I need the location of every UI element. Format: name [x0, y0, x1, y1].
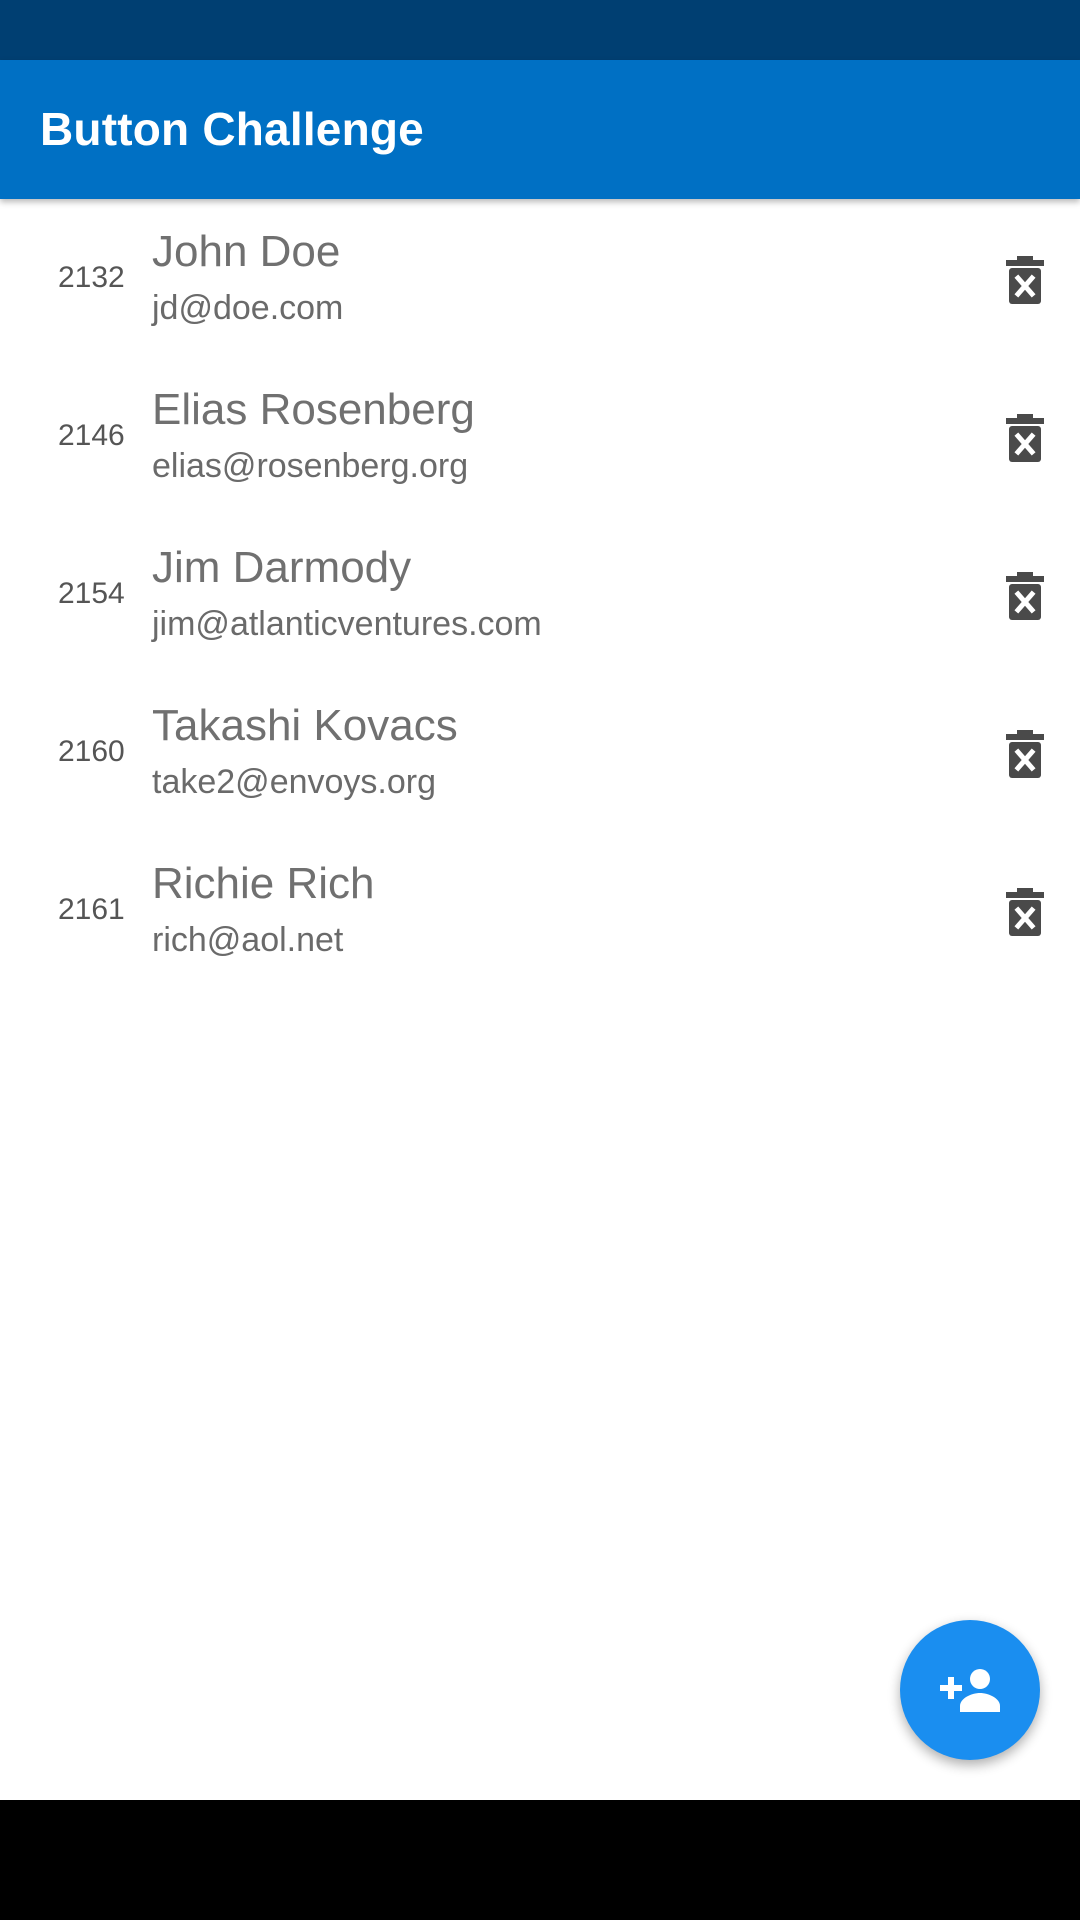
list-item[interactable]: 2161 Richie Rich rich@aol.net [0, 831, 1080, 989]
delete-forever-icon [1006, 888, 1044, 936]
navigation-bar [0, 1800, 1080, 1920]
contact-name: John Doe [152, 227, 341, 276]
list-item[interactable]: 2154 Jim Darmody jim@atlanticventures.co… [0, 515, 1080, 673]
app-bar: Button Challenge [0, 60, 1080, 199]
delete-button[interactable] [998, 885, 1052, 939]
delete-button[interactable] [998, 727, 1052, 781]
contact-id: 2132 [58, 261, 125, 294]
delete-forever-icon [1006, 414, 1044, 462]
person-add-icon [940, 1669, 1000, 1712]
contact-id: 2146 [58, 419, 125, 452]
delete-forever-icon [1006, 730, 1044, 778]
contact-name: Richie Rich [152, 859, 375, 908]
contact-email: take2@envoys.org [152, 763, 437, 801]
delete-forever-icon [1006, 572, 1044, 620]
add-contact-fab[interactable] [900, 1620, 1040, 1760]
contact-email: rich@aol.net [152, 921, 344, 959]
contact-email: jim@atlanticventures.com [152, 605, 542, 643]
contact-email: jd@doe.com [152, 289, 344, 327]
app-title: Button Challenge [40, 103, 424, 155]
delete-button[interactable] [998, 411, 1052, 465]
list-item[interactable]: 2132 John Doe jd@doe.com [0, 199, 1080, 357]
list-item[interactable]: 2160 Takashi Kovacs take2@envoys.org [0, 673, 1080, 831]
contact-name: Elias Rosenberg [152, 385, 475, 434]
contact-name: Takashi Kovacs [152, 701, 458, 750]
list-item[interactable]: 2146 Elias Rosenberg elias@rosenberg.org [0, 357, 1080, 515]
delete-button[interactable] [998, 253, 1052, 307]
delete-button[interactable] [998, 569, 1052, 623]
contact-name: Jim Darmody [152, 543, 412, 592]
contact-list: 2132 John Doe jd@doe.com 2146 Elias Rose… [0, 199, 1080, 989]
status-bar [0, 0, 1080, 60]
contact-id: 2161 [58, 893, 125, 926]
contact-id: 2160 [58, 735, 125, 768]
contact-email: elias@rosenberg.org [152, 447, 469, 485]
delete-forever-icon [1006, 256, 1044, 304]
contact-id: 2154 [58, 577, 125, 610]
